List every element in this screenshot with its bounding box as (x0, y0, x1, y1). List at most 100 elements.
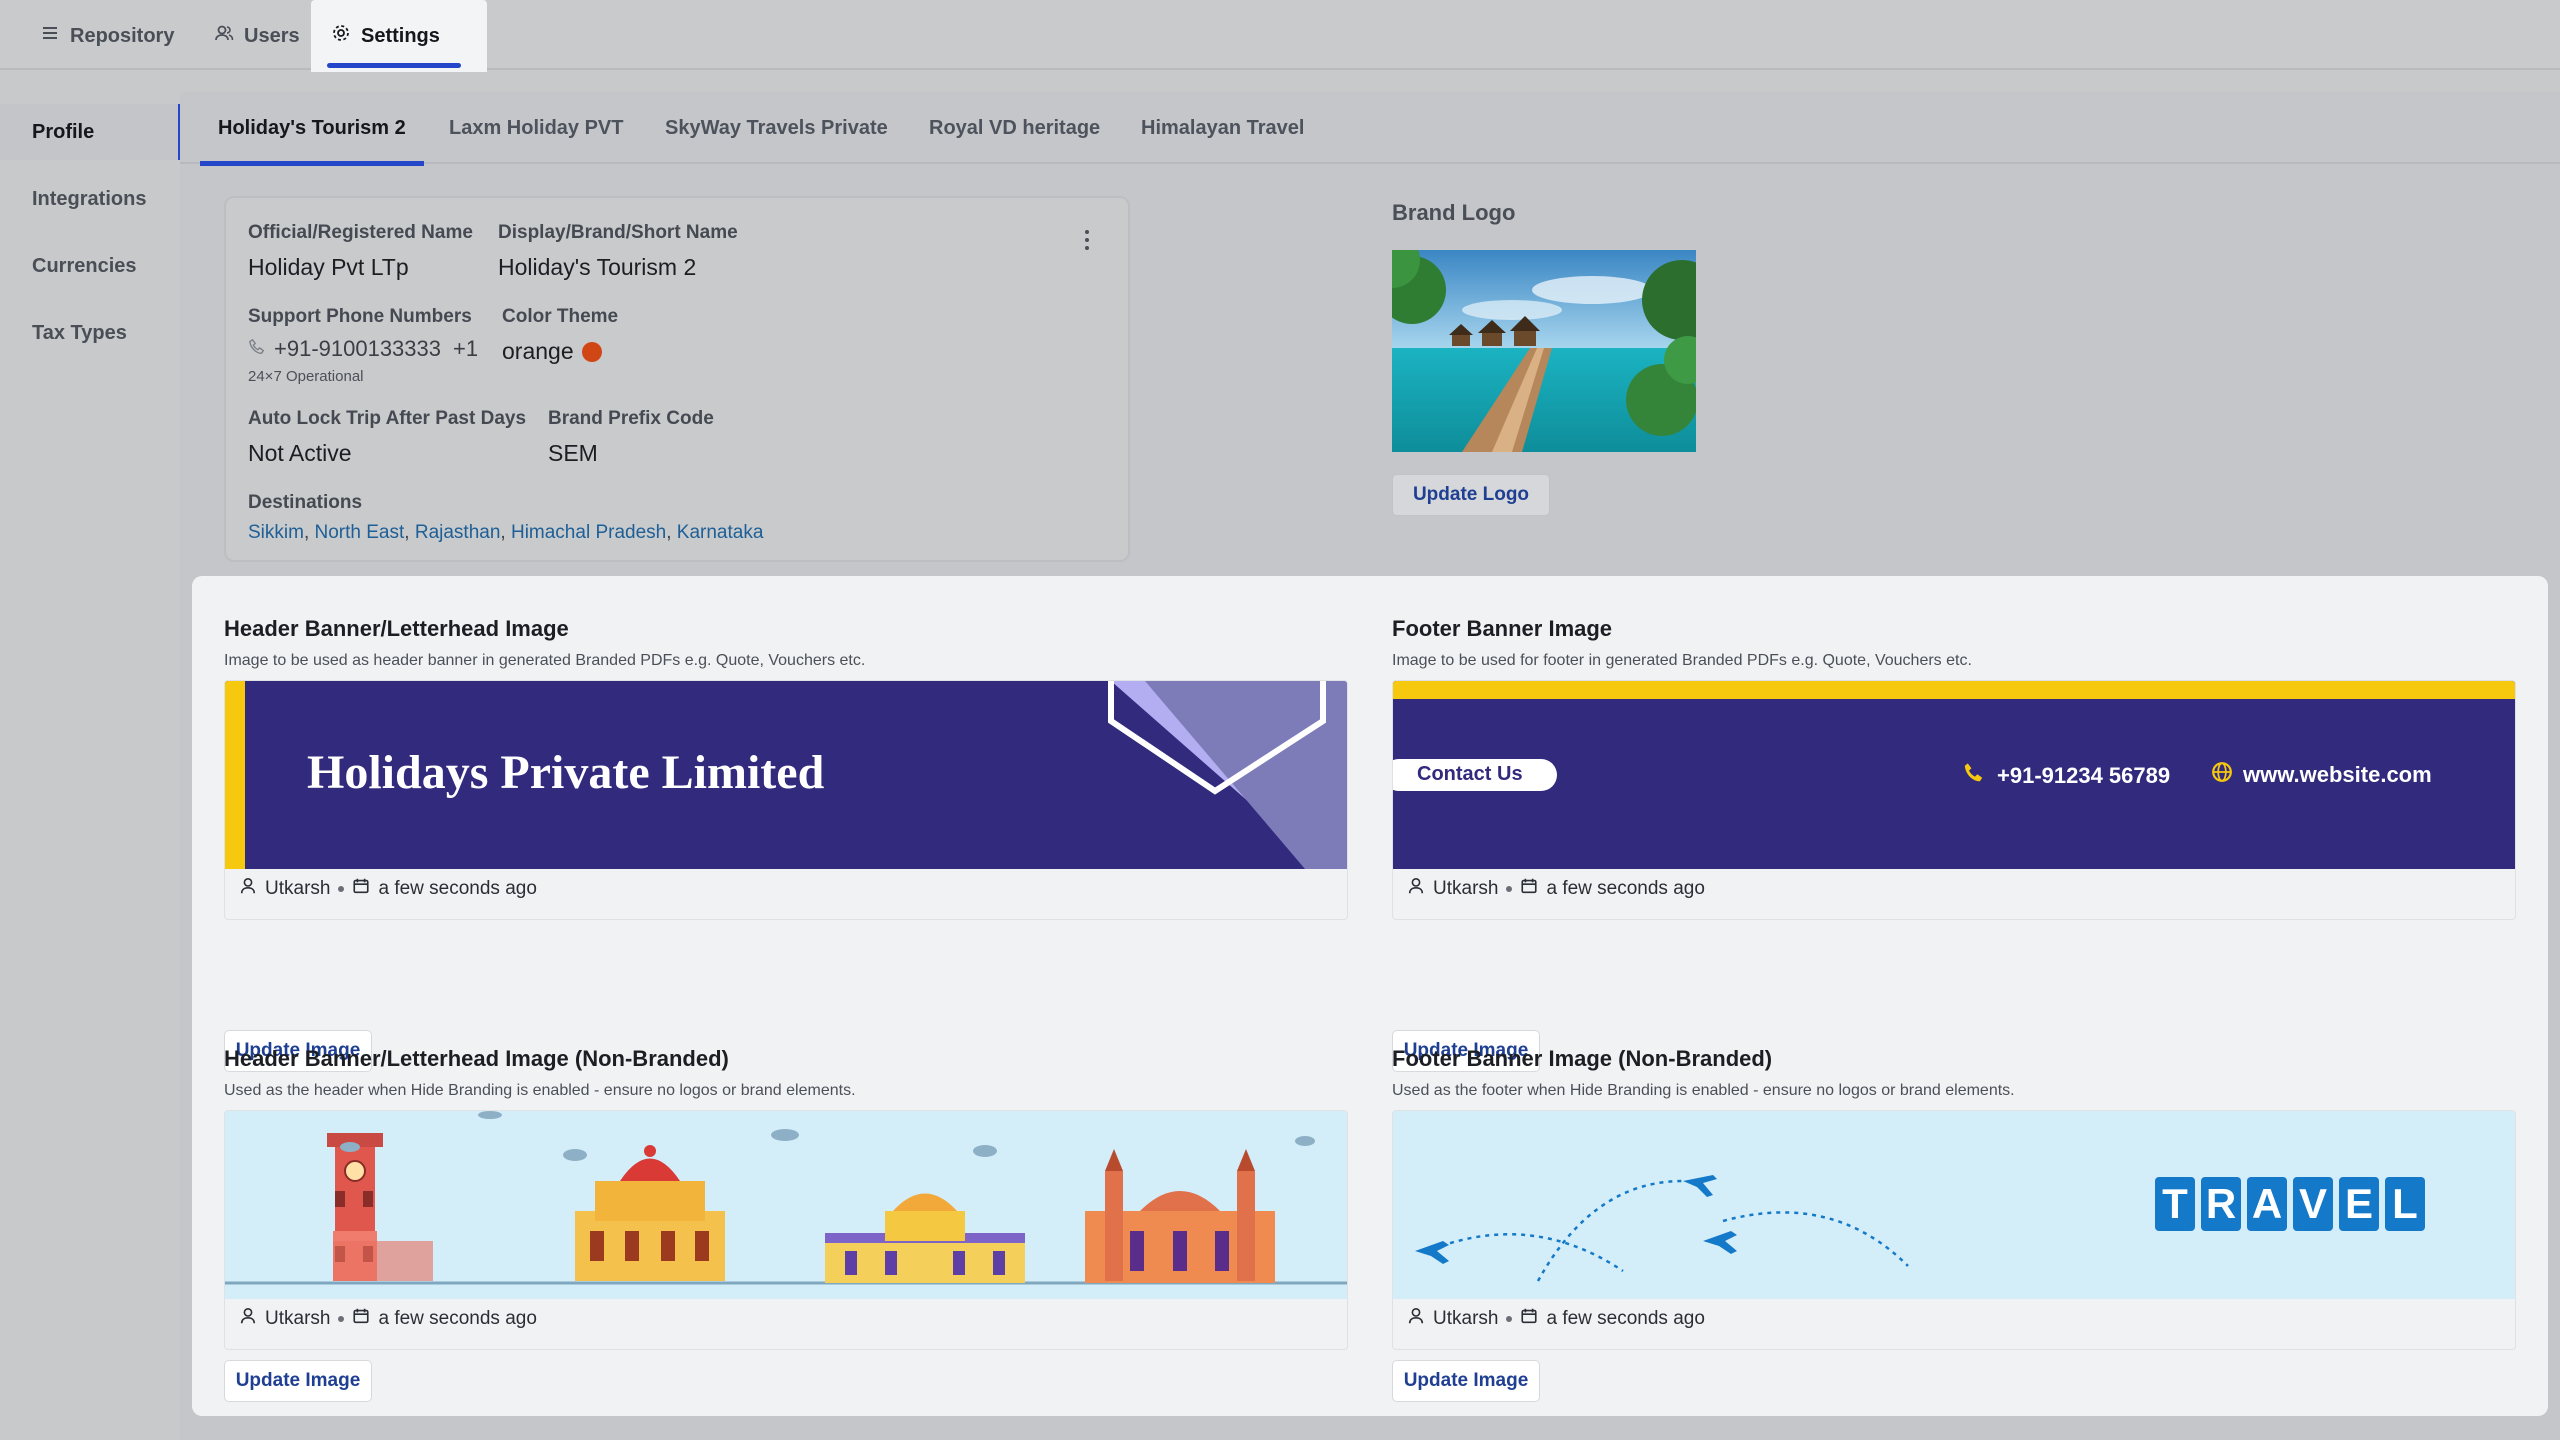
tab-brand-2[interactable]: Laxm Holiday PVT (449, 92, 624, 164)
separator-dot (338, 1316, 345, 1322)
tab-users[interactable]: Users (194, 0, 320, 72)
footer-nb-banner-title: Footer Banner Image (Non-Branded) (1392, 1046, 1773, 1071)
destinations-label: Destinations (248, 492, 363, 513)
tab-brand-4[interactable]: Royal VD heritage (929, 92, 1100, 164)
brand-prefix-label: Brand Prefix Code (548, 408, 714, 429)
travel-letter: E (2339, 1177, 2379, 1231)
tab-repository-label: Repository (70, 24, 175, 47)
phone-note: 24×7 Operational (248, 368, 364, 385)
autolock-value: Not Active (248, 440, 352, 466)
uploader-name: Utkarsh (1433, 1308, 1499, 1329)
tab-brand-3[interactable]: SkyWay Travels Private (665, 92, 888, 164)
upload-time: a few seconds ago (378, 878, 537, 899)
color-theme-value: orange (502, 338, 574, 364)
phone-more-count[interactable]: +1 (453, 336, 478, 362)
gear-icon (331, 23, 351, 49)
sidebar-item-label: Currencies (32, 254, 137, 277)
display-name-value: Holiday's Tourism 2 (498, 254, 697, 280)
settings-sidebar: Profile Integrations Currencies Tax Type… (0, 92, 182, 1440)
user-icon (1407, 1307, 1425, 1331)
separator-dot (1506, 1316, 1513, 1322)
sidebar-item-label: Tax Types (32, 321, 127, 344)
tab-brand-label: Holiday's Tourism 2 (218, 116, 406, 139)
upload-time: a few seconds ago (1546, 1308, 1705, 1329)
destination-link[interactable]: Sikkim (248, 522, 304, 543)
phone-value: +91-9100133333 (274, 336, 441, 361)
travel-letter: V (2293, 1177, 2333, 1231)
travel-letter: T (2155, 1177, 2195, 1231)
phone-label: Support Phone Numbers (248, 306, 472, 327)
official-name-value: Holiday Pvt LTp (248, 254, 409, 280)
footer-nb-banner-meta: Utkarsh a few seconds ago (1407, 1307, 1705, 1331)
uploader-name: Utkarsh (265, 1308, 331, 1329)
tab-brand-5[interactable]: Himalayan Travel (1141, 92, 1304, 164)
color-theme-row: orange (502, 338, 602, 365)
header-nb-banner-meta: Utkarsh a few seconds ago (239, 1307, 537, 1331)
settings-content: Holiday's Tourism 2 Laxm Holiday PVT Sky… (180, 92, 2560, 1440)
uploader-name: Utkarsh (1433, 878, 1499, 899)
tab-settings-label: Settings (361, 24, 440, 47)
calendar-icon (352, 1307, 370, 1331)
list-icon (40, 23, 60, 49)
phone-icon (1963, 761, 1987, 791)
update-header-nb-image-button[interactable]: Update Image (224, 1360, 372, 1402)
destination-link[interactable]: Rajasthan (415, 522, 501, 543)
profile-details-card: Official/Registered Name Holiday Pvt LTp… (224, 196, 1130, 562)
calendar-icon (352, 877, 370, 901)
header-banner-meta: Utkarsh a few seconds ago (239, 877, 537, 901)
autolock-label: Auto Lock Trip After Past Days (248, 408, 527, 429)
sidebar-item-integrations[interactable]: Integrations (0, 171, 178, 227)
color-swatch (581, 342, 602, 362)
header-nb-banner-title: Header Banner/Letterhead Image (Non-Bran… (224, 1046, 729, 1071)
brand-tabs: Holiday's Tourism 2 Laxm Holiday PVT Sky… (180, 92, 2560, 166)
footer-banner-desc: Image to be used for footer in generated… (1392, 652, 1972, 669)
user-icon (1407, 877, 1425, 901)
sidebar-item-label: Integrations (32, 187, 147, 210)
color-theme-label: Color Theme (502, 306, 619, 327)
sidebar-item-label: Profile (32, 120, 95, 143)
tab-repository[interactable]: Repository (20, 0, 194, 72)
globe-icon (2211, 761, 2233, 789)
footer-banner-website: www.website.com (2211, 761, 2432, 789)
sidebar-item-currencies[interactable]: Currencies (0, 238, 178, 294)
more-options-icon[interactable] (1082, 230, 1092, 254)
header-nb-banner-image (225, 1111, 1347, 1299)
brand-prefix-value: SEM (548, 440, 598, 466)
header-nb-banner-desc: Used as the header when Hide Branding is… (224, 1082, 856, 1099)
footer-banner-title: Footer Banner Image (1392, 616, 1613, 641)
destination-link[interactable]: Himachal Pradesh (511, 522, 666, 543)
tab-brand-label: Himalayan Travel (1141, 116, 1305, 139)
top-navbar: Repository Users Settings (0, 0, 2560, 72)
tab-brand-1[interactable]: Holiday's Tourism 2 (200, 92, 424, 166)
separator-dot (338, 886, 345, 892)
update-footer-nb-image-button[interactable]: Update Image (1392, 1360, 1540, 1402)
travel-letter: R (2201, 1177, 2241, 1231)
calendar-icon (1520, 877, 1538, 901)
footer-nb-banner-desc: Used as the footer when Hide Branding is… (1392, 1082, 2015, 1099)
footer-nb-banner-card: T R A V E L Utkarsh a few seconds ago (1392, 1110, 2516, 1350)
user-icon (239, 1307, 257, 1331)
footer-banner-card: Contact Us +91-91234 56789 www.website.c… (1392, 680, 2516, 920)
display-name-label: Display/Brand/Short Name (498, 222, 738, 243)
sidebar-item-profile[interactable]: Profile (0, 104, 182, 160)
brand-logo-title: Brand Logo (1392, 200, 1516, 225)
update-logo-button[interactable]: Update Logo (1392, 474, 1550, 516)
tab-users-label: Users (244, 24, 300, 47)
sidebar-item-tax-types[interactable]: Tax Types (0, 305, 178, 361)
header-banner-desc: Image to be used as header banner in gen… (224, 652, 866, 669)
banners-panel: Header Banner/Letterhead Image Image to … (192, 576, 2548, 1416)
official-name-label: Official/Registered Name (248, 222, 473, 243)
header-nb-banner-card: Utkarsh a few seconds ago (224, 1110, 1348, 1350)
tab-settings[interactable]: Settings (311, 0, 487, 72)
user-icon (239, 877, 257, 901)
phone-row: +91-9100133333 +1 (248, 336, 478, 362)
header-banner-image: Holidays Private Limited (225, 681, 1347, 869)
travel-letter: A (2247, 1177, 2287, 1231)
upload-time: a few seconds ago (1546, 878, 1705, 899)
tab-brand-label: SkyWay Travels Private (665, 116, 888, 139)
destination-link[interactable]: Karnataka (677, 522, 764, 543)
destination-link[interactable]: North East (315, 522, 405, 543)
tab-brand-label: Laxm Holiday PVT (449, 116, 624, 139)
destinations-list: Sikkim, North East, Rajasthan, Himachal … (248, 522, 764, 543)
calendar-icon (1520, 1307, 1538, 1331)
